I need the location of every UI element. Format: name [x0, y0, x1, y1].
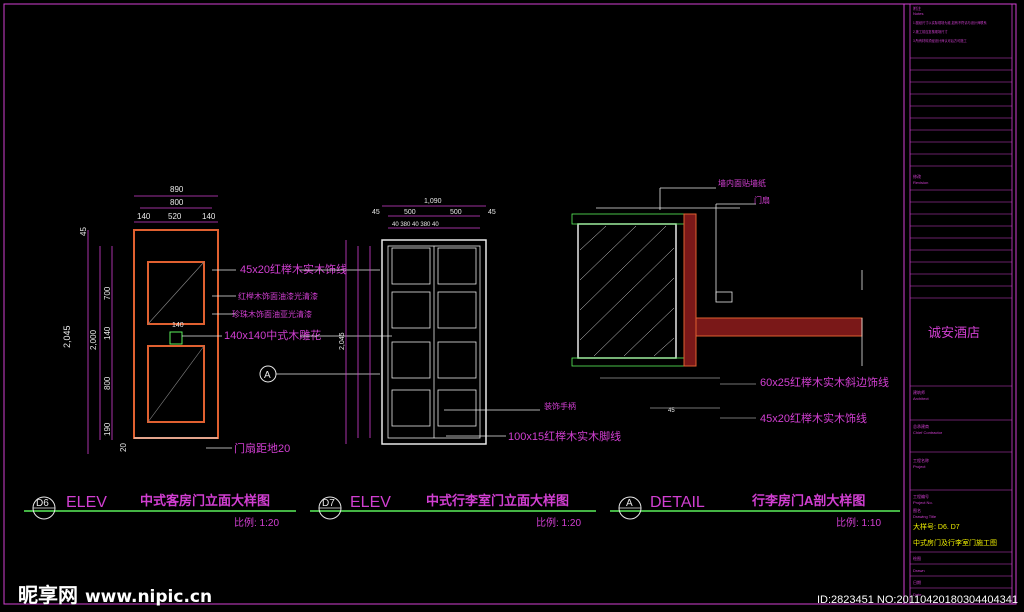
tb-note-2: 2.施工前应复核现场尺寸 — [913, 29, 948, 34]
d6-dim-top: 45 — [79, 227, 88, 236]
watermark-brand: 昵享网 www.nipic.cn — [18, 579, 212, 608]
label-edge-60x25: 60x25红榉木实木斜边饰线 — [760, 375, 889, 389]
d6-title: 中式客房门立面大样图 — [140, 493, 270, 508]
tb-note-1: 1.图纸尺寸以实际现场为准,如有不符请与设计师联系 — [913, 20, 987, 25]
d6-dim-mid-label: 140 — [172, 322, 184, 329]
label-moulding-45x20: 45x20红榉木实木饰线 — [240, 262, 347, 276]
label-flower-140: 140x140中式木雕花 — [224, 328, 321, 342]
d6-dim-bot2: 20 — [119, 443, 128, 452]
tb-note-3: 3.所有材料须经设计师认可后方可施工 — [913, 38, 967, 43]
tb-project-label: 工程名称 — [913, 457, 929, 463]
tb-date-label: 日期 — [913, 579, 921, 585]
detail-a-code: A — [626, 498, 633, 509]
detail-a-type: DETAIL — [650, 494, 705, 511]
section-marker-a: A — [259, 365, 380, 383]
d6-dim-h-mid: 140 — [103, 326, 112, 340]
label-door-leaf: 门扇 — [754, 195, 770, 205]
tb-project-en: Project — [913, 464, 926, 469]
watermark-id: ID:2823451 NO:20110420180304404341 — [816, 594, 1018, 606]
d7-dim-seg2: 500 — [450, 209, 462, 216]
d7-dim-sub: 40 380 40 380 40 — [392, 222, 439, 228]
tb-notes-en: Notes — [913, 11, 923, 16]
cad-drawing-canvas: 890 800 140 520 140 45 2,045 2,000 700 1… — [3, 3, 1017, 605]
d6-dim-total-h: 2,045 — [62, 325, 72, 348]
detail-dim-45: 45 — [668, 408, 675, 414]
d6-dim-seg-r: 140 — [202, 212, 216, 221]
d7-title: 中式行李室门立面大样图 — [426, 493, 569, 508]
tb-contractor-label: 总承建商 — [913, 423, 929, 429]
d7-type: ELEV — [350, 494, 391, 511]
detail-a-scale: 比例: 1:10 — [836, 516, 881, 529]
d6-scale: 比例: 1:20 — [234, 516, 279, 529]
tb-revision-en: Revision — [913, 180, 928, 185]
tb-sheet-title: 中式房门及行李室门施工图 — [913, 538, 997, 547]
d6-dim-h1: 700 — [103, 286, 112, 300]
tb-projno-label: 工程编号 — [913, 493, 929, 499]
d7-scale: 比例: 1:20 — [536, 516, 581, 529]
d6-dim-seg-m: 520 — [168, 212, 182, 221]
watermark-brand-name: 昵享网 — [18, 583, 78, 607]
d7-dim-seg1: 500 — [404, 209, 416, 216]
d6-door-elevation: 890 800 140 520 140 45 2,045 2,000 700 1… — [62, 185, 219, 454]
d6-dim-bot1: 190 — [103, 422, 112, 436]
tb-sheet-no: 大样号: D6. D7 — [913, 522, 960, 531]
label-sapele-panel: 珍珠木饰面油亚光清漆 — [232, 309, 312, 319]
d7-dim-total-w: 1,090 — [424, 198, 442, 205]
d7-dim-right: 45 — [488, 209, 496, 216]
d6-dim-seg-l: 140 — [137, 212, 151, 221]
tb-drawing-title-en: Drawing Title — [913, 514, 937, 519]
label-door-gap: 门扇距地20 — [234, 441, 290, 455]
d7-dim-h-total: 2,045 — [339, 332, 346, 350]
d6-dim-h2: 800 — [103, 376, 112, 390]
label-moulding-45x20b: 45x20红榉木实木饰线 — [760, 411, 867, 425]
tb-architect-label: 建筑师 — [913, 389, 925, 395]
tb-drawn-en: Drawn — [913, 568, 925, 573]
label-skirting-100x15: 100x15红榉木实木脚线 — [508, 429, 621, 443]
label-panel-paint: 红榉木饰面油漆光清漆 — [238, 291, 318, 301]
d6-dim-total-w: 890 — [170, 185, 184, 194]
d6-type: ELEV — [66, 494, 107, 511]
d6-code: D6 — [36, 498, 49, 509]
d7-door-elevation: 1,090 500 500 45 45 40 380 40 380 40 2,0… — [339, 198, 496, 445]
detail-a-title: 行李房门A剖大样图 — [751, 493, 865, 508]
label-wall-paper: 墙内面贴墙纸 — [718, 178, 766, 188]
detail-door-leaf — [695, 317, 863, 337]
detail-wall-block — [577, 223, 677, 359]
tb-drawing-title-label: 图名 — [913, 507, 921, 513]
sheet-border — [3, 3, 1017, 605]
tb-projno-en: Project No. — [913, 500, 933, 505]
watermark-url: www.nipic.cn — [84, 587, 213, 607]
d6-carved-flower — [169, 331, 183, 345]
d7-dim-left: 45 — [372, 209, 380, 216]
tb-revision-label: 修改 — [913, 173, 921, 179]
d6-dim-inner-w: 800 — [170, 198, 184, 207]
tb-architect-en: Architect — [913, 396, 929, 401]
tb-contractor-en: Chief Contractor — [913, 430, 943, 435]
label-handle: 装饰手柄 — [544, 401, 576, 411]
tb-drawn-label: 绘图 — [913, 555, 921, 561]
d7-code: D7 — [322, 498, 335, 509]
d6-dim-h-total2: 2,000 — [89, 329, 98, 350]
svg-text:A: A — [264, 370, 271, 381]
tb-hotel-name: 诚安酒店 — [928, 325, 980, 340]
detail-wood-strip — [683, 213, 697, 367]
